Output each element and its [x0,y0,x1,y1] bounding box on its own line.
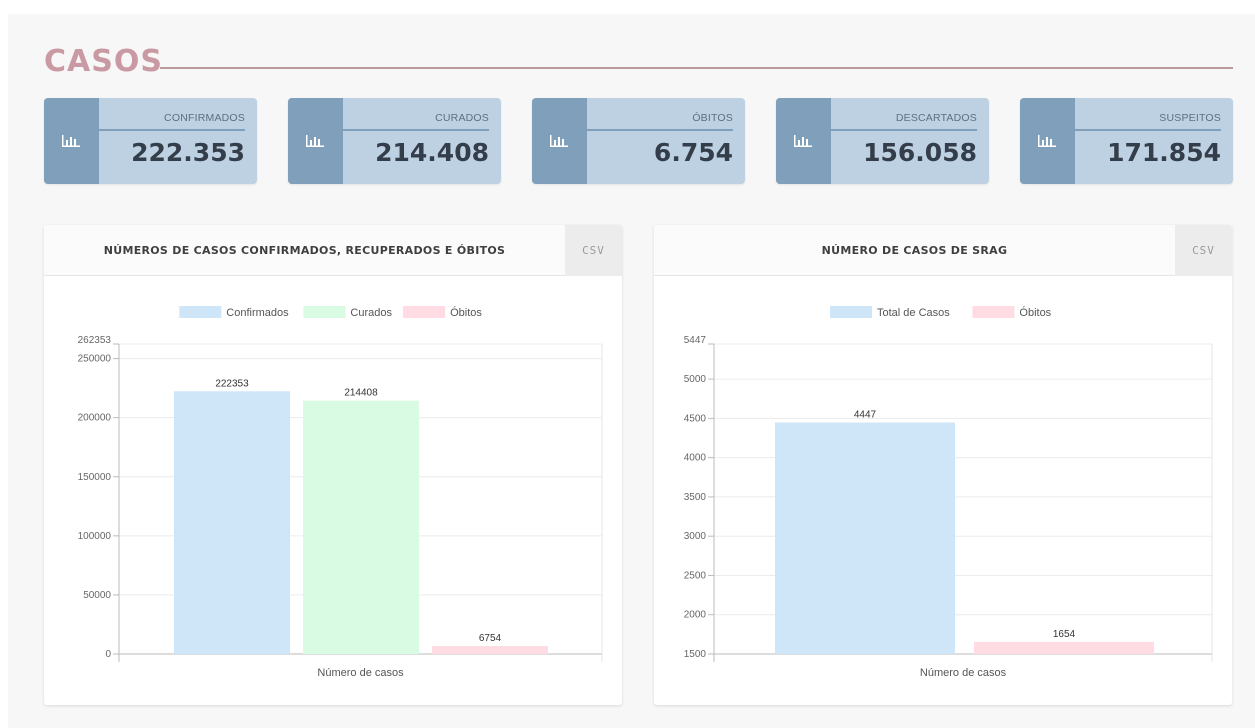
bar-curados [303,400,419,654]
y-tick-label: 3500 [684,492,707,503]
stat-label: ÓBITOS [692,112,733,124]
legend-label: Óbitos [1019,306,1051,319]
y-tick-label: 262353 [78,335,112,346]
panel-title: NÚMERO DE CASOS DE SRAG [821,244,1008,257]
bar-chart-icon [288,98,343,184]
stat-value: 214.408 [375,138,489,167]
y-tick-label: 2500 [684,570,707,581]
stat-value: 222.353 [131,138,245,167]
data-label: 222353 [215,378,249,389]
stat-label: CONFIRMADOS [164,112,245,124]
stat-divider [343,129,489,131]
legend-swatch [830,306,872,318]
chart-panel-srag: NÚMERO DE CASOS DE SRAG CSV 1500 2000 2500… [654,225,1232,705]
legend-swatch [403,306,446,318]
panel-header: NÚMEROS DE CASOS CONFIRMADOS, RECUPERADO… [44,225,622,276]
stat-card-descartados: DESCARTADOS 156.058 [776,98,989,184]
y-tick-label: 200000 [78,413,112,424]
bar-chart-casos: 0 50000 100000 150000 200000 250000 262353 2223… [78,306,603,679]
bar-total-de-casos [775,422,955,654]
y-tick-label: 5000 [684,374,707,385]
stat-card-suspeitos: SUSPEITOS 171.854 [1020,98,1233,184]
data-label: 1654 [1053,629,1076,640]
stat-card-obitos: ÓBITOS 6.754 [532,98,745,184]
bar-chart-icon [44,98,99,184]
stat-divider [587,129,733,131]
bar-confirmados [174,391,290,654]
stat-divider [831,129,977,131]
panel-header: NÚMERO DE CASOS DE SRAG CSV [654,225,1232,276]
stat-value: 156.058 [863,138,977,167]
bar-chart-icon [1020,98,1075,184]
legend-swatch [972,306,1015,318]
dashboard-canvas: CASOS CONFIRMADOS 222.353 CURADOS 214.40… [8,14,1255,728]
y-tick-label: 2000 [684,610,707,621]
bar-óbitos [974,641,1154,654]
y-tick-label: 100000 [78,531,112,542]
data-label: 6754 [479,633,502,644]
x-axis-label: Número de casos [920,667,1007,679]
csv-download-button[interactable]: CSV [1175,225,1232,276]
legend-swatch [179,306,222,318]
panel-title: NÚMEROS DE CASOS CONFIRMADOS, RECUPERADO… [103,244,506,257]
y-tick-label: 4500 [684,413,707,424]
legend-label: Óbitos [450,306,482,319]
csv-download-button[interactable]: CSV [565,225,622,276]
stat-card-curados: CURADOS 214.408 [288,98,501,184]
stat-card-confirmados: CONFIRMADOS 222.353 [44,98,257,184]
stat-value: 171.854 [1107,138,1221,167]
stat-value: 6.754 [653,138,733,167]
y-tick-label: 4000 [684,453,707,464]
y-tick-label: 50000 [83,590,111,601]
y-tick-label: 1500 [684,649,707,660]
section-title-rule [160,67,1233,69]
y-tick-label: 5447 [684,335,707,346]
legend-label: Confirmados [226,307,289,319]
legend-swatch [303,306,346,318]
y-tick-label: 3000 [684,531,707,542]
data-label: 4447 [854,410,877,421]
y-tick-label: 250000 [78,354,112,365]
data-label: 214408 [344,388,378,399]
stat-divider [99,129,245,131]
stat-divider [1075,129,1221,131]
bar-chart-icon [532,98,587,184]
bar-óbitos [432,646,548,654]
section-title: CASOS [44,44,163,79]
stat-label: SUSPEITOS [1159,112,1221,124]
bar-chart-icon [776,98,831,184]
stat-label: CURADOS [435,112,489,124]
y-tick-label: 150000 [78,472,112,483]
bar-chart-srag: 1500 2000 2500 3000 3500 4000 4500 5000 5447 4447… [684,306,1213,679]
stat-label: DESCARTADOS [895,112,977,124]
legend-label: Curados [350,307,392,319]
y-tick-label: 0 [105,649,111,660]
chart-panel-casos: NÚMEROS DE CASOS CONFIRMADOS, RECUPERADO… [44,225,622,705]
x-axis-label: Número de casos [317,667,404,679]
legend-label: Total de Casos [877,307,950,319]
